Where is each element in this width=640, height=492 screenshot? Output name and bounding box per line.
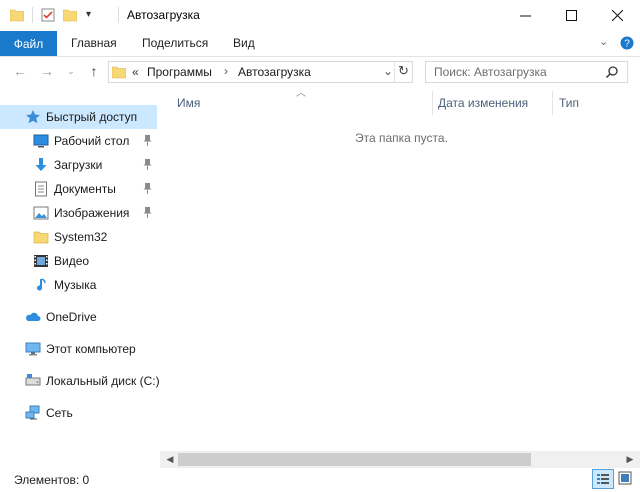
back-button[interactable]: ← xyxy=(11,62,29,80)
pin-icon[interactable] xyxy=(143,183,152,194)
nav-label: Локальный диск (C:) xyxy=(46,374,160,388)
address-dropdown-icon[interactable]: ⌄ xyxy=(383,64,393,78)
forward-button[interactable]: → xyxy=(38,62,56,80)
nav-label: OneDrive xyxy=(46,310,97,324)
nav-item-this-pc[interactable]: Этот компьютер xyxy=(0,338,158,360)
breadcrumb-overflow[interactable]: « xyxy=(132,65,139,79)
column-header-date[interactable]: Дата изменения xyxy=(438,92,550,114)
column-header-name[interactable]: Имя xyxy=(177,92,432,114)
maximize-icon xyxy=(565,10,577,21)
music-icon xyxy=(37,278,46,291)
customize-quick-access-icon[interactable]: ▾ xyxy=(86,9,91,20)
details-view-icon xyxy=(597,474,609,484)
folder-icon xyxy=(10,9,24,22)
divider xyxy=(394,62,395,82)
folder-icon xyxy=(112,66,126,79)
maximize-button[interactable] xyxy=(548,0,594,31)
nav-label: Рабочий стол xyxy=(54,134,130,148)
nav-label: Загрузки xyxy=(54,158,103,172)
documents-icon xyxy=(35,181,47,197)
video-icon xyxy=(34,255,48,267)
column-date-label: Дата изменения xyxy=(438,96,529,110)
tab-file[interactable]: Файл xyxy=(0,31,57,56)
scrollbar-thumb[interactable] xyxy=(178,453,531,466)
search-input[interactable]: Поиск: Автозагрузка xyxy=(434,65,547,79)
drive-icon xyxy=(25,374,41,386)
column-name-label: Имя xyxy=(177,96,201,110)
refresh-icon[interactable]: ↻ xyxy=(398,63,409,79)
nav-label: Изображения xyxy=(54,206,130,220)
details-view-button[interactable] xyxy=(592,469,614,489)
nav-item-network[interactable]: Сеть xyxy=(0,402,158,424)
desktop-icon xyxy=(33,134,49,148)
nav-item-local-disk[interactable]: Локальный диск (C:) xyxy=(0,370,160,392)
up-button[interactable]: ↑ xyxy=(85,62,103,80)
nav-item-desktop[interactable]: Рабочий стол xyxy=(0,130,158,152)
new-folder-icon[interactable] xyxy=(63,8,77,22)
status-item-count: Элементов: 0 xyxy=(14,473,90,487)
pin-icon[interactable] xyxy=(143,207,152,218)
column-separator[interactable] xyxy=(552,91,553,115)
properties-icon[interactable] xyxy=(41,8,55,22)
breadcrumb-programs[interactable]: Программы xyxy=(147,65,212,79)
nav-item-downloads[interactable]: Загрузки xyxy=(0,154,158,176)
tab-share[interactable]: Поделиться xyxy=(142,36,208,50)
large-icons-view-icon xyxy=(618,471,632,485)
expand-ribbon-icon[interactable]: ⌄ xyxy=(599,35,608,48)
tab-view[interactable]: Вид xyxy=(233,36,255,50)
nav-label: Сеть xyxy=(46,406,73,420)
window-title: Автозагрузка xyxy=(127,8,200,22)
nav-label: System32 xyxy=(54,230,108,244)
computer-icon xyxy=(25,342,41,356)
large-icons-view-button[interactable] xyxy=(615,469,637,489)
scroll-left-icon[interactable]: ◀ xyxy=(163,451,177,468)
nav-item-videos[interactable]: Видео xyxy=(0,250,158,272)
pictures-icon xyxy=(33,206,49,220)
empty-folder-message: Эта папка пуста. xyxy=(355,131,448,145)
pin-icon[interactable] xyxy=(143,135,152,146)
column-header-type[interactable]: Тип xyxy=(559,92,619,114)
close-icon xyxy=(611,10,623,21)
breadcrumb-separator-icon[interactable]: › xyxy=(224,64,228,78)
close-button[interactable] xyxy=(594,0,640,31)
nav-item-music[interactable]: Музыка xyxy=(0,274,158,296)
nav-label: Быстрый доступ xyxy=(46,110,138,124)
pin-icon[interactable] xyxy=(143,159,152,170)
nav-item-onedrive[interactable]: OneDrive xyxy=(0,306,158,328)
nav-label: Этот компьютер xyxy=(46,342,136,356)
search-icon[interactable] xyxy=(605,65,619,79)
nav-item-documents[interactable]: Документы xyxy=(0,178,158,200)
column-type-label: Тип xyxy=(559,96,580,110)
folder-icon xyxy=(33,231,49,244)
divider xyxy=(118,7,119,23)
scroll-right-icon[interactable]: ▶ xyxy=(623,451,637,468)
nav-item-quick-access[interactable]: Быстрый доступ xyxy=(0,106,158,128)
svg-text:?: ? xyxy=(624,39,630,50)
nav-label: Видео xyxy=(54,254,90,268)
recent-locations-icon[interactable]: ⌄ xyxy=(62,62,80,80)
divider xyxy=(32,7,33,23)
breadcrumb-startup[interactable]: Автозагрузка xyxy=(238,65,311,79)
download-icon xyxy=(35,158,47,171)
nav-item-pictures[interactable]: Изображения xyxy=(0,202,158,224)
minimize-button[interactable] xyxy=(502,0,548,31)
nav-label: Документы xyxy=(54,182,116,196)
star-icon xyxy=(26,110,40,124)
onedrive-icon xyxy=(26,312,41,321)
nav-label: Музыка xyxy=(54,278,97,292)
column-separator[interactable] xyxy=(432,91,433,115)
help-icon[interactable]: ? xyxy=(620,36,634,50)
minimize-icon xyxy=(519,15,531,17)
nav-item-system32[interactable]: System32 xyxy=(0,226,158,248)
network-icon xyxy=(25,405,40,420)
tab-home[interactable]: Главная xyxy=(71,36,117,50)
